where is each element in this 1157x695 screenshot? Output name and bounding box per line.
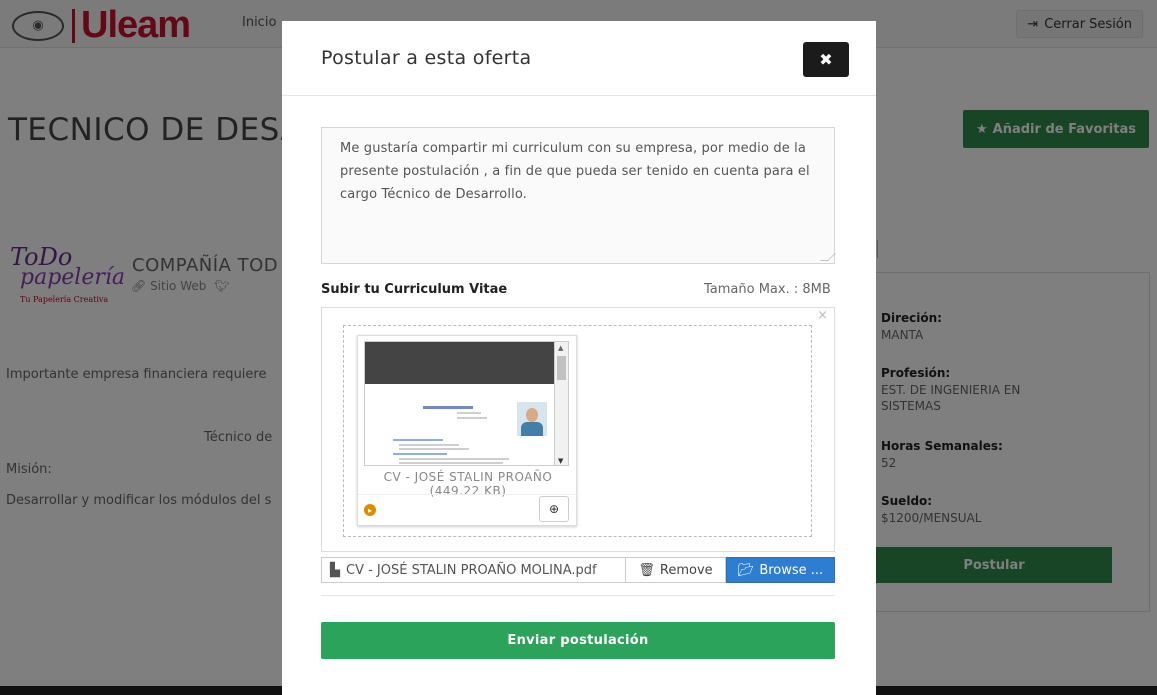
pdf-photo-face — [526, 408, 538, 422]
pdf-photo-body — [521, 422, 543, 436]
submit-application-button[interactable]: Enviar postulación — [321, 622, 835, 659]
clear-preview-icon[interactable]: × — [817, 308, 828, 323]
file-icon: ▙ — [330, 562, 340, 578]
trash-icon: 🗑︎ — [638, 562, 655, 578]
modal-header: Postular a esta oferta ✖ — [282, 21, 876, 96]
remove-button[interactable]: 🗑︎ Remove — [626, 557, 726, 583]
browse-label: Browse ... — [759, 562, 824, 578]
pdf-text-line — [399, 458, 509, 460]
thumbnail-footer-divider — [358, 494, 578, 495]
apply-modal: Postular a esta oferta ✖ Me gustaría com… — [282, 21, 876, 695]
drop-zone[interactable]: ▲ ▼ CV - JOSÉ STALIN PROAÑO (449.22 KB) … — [343, 325, 812, 537]
close-icon: ✖ — [819, 50, 833, 69]
modal-title: Postular a esta oferta — [321, 47, 532, 69]
scroll-down-icon[interactable]: ▼ — [558, 457, 563, 465]
pdf-header-band — [365, 342, 555, 384]
file-preview-box: × ▲ ▼ CV - JOSÉ STALIN PROAÑO (449.22 KB… — [321, 307, 835, 552]
file-thumbnail: ▲ ▼ CV - JOSÉ STALIN PROAÑO (449.22 KB) … — [357, 335, 578, 526]
pdf-preview[interactable]: ▲ ▼ — [364, 341, 569, 466]
upload-status-icon: ▸ — [364, 504, 376, 516]
remove-label: Remove — [659, 562, 713, 578]
pdf-text-line — [399, 462, 503, 464]
pdf-text-line — [399, 448, 469, 450]
zoom-in-icon: ⊕ — [548, 502, 560, 516]
pdf-name-line — [423, 406, 473, 409]
message-text: Me gustaría compartir mi curriculum con … — [340, 141, 810, 202]
zoom-button[interactable]: ⊕ — [539, 496, 569, 522]
file-input-row: ▙ CV - JOSÉ STALIN PROAÑO MOLINA.pdf 🗑︎ … — [321, 557, 835, 583]
file-name-text: CV - JOSÉ STALIN PROAÑO MOLINA.pdf — [346, 562, 597, 578]
pdf-photo — [517, 402, 547, 436]
thumbnail-filename: CV - JOSÉ STALIN PROAÑO — [383, 470, 553, 484]
upload-max-size: Tamaño Max. : 8MB — [704, 282, 831, 297]
pdf-text-line — [457, 412, 481, 414]
pdf-text-line — [457, 417, 487, 419]
file-name-field[interactable]: ▙ CV - JOSÉ STALIN PROAÑO MOLINA.pdf — [321, 557, 626, 583]
close-button[interactable]: ✖ — [803, 42, 849, 77]
message-textarea[interactable]: Me gustaría compartir mi curriculum con … — [321, 127, 836, 264]
form-divider — [321, 595, 835, 596]
browse-button[interactable]: 📂︎ Browse ... — [726, 557, 835, 583]
folder-open-icon: 📂︎ — [737, 562, 755, 578]
pdf-text-line — [393, 439, 443, 441]
upload-label: Subir tu Curriculum Vitae — [321, 282, 508, 297]
scroll-up-icon[interactable]: ▲ — [558, 344, 563, 352]
pdf-scrollbar[interactable]: ▲ ▼ — [554, 342, 568, 465]
pdf-text-line — [393, 453, 447, 455]
scroll-thumb[interactable] — [557, 356, 566, 380]
pdf-text-line — [399, 444, 459, 446]
resize-grip-icon[interactable] — [820, 253, 836, 261]
